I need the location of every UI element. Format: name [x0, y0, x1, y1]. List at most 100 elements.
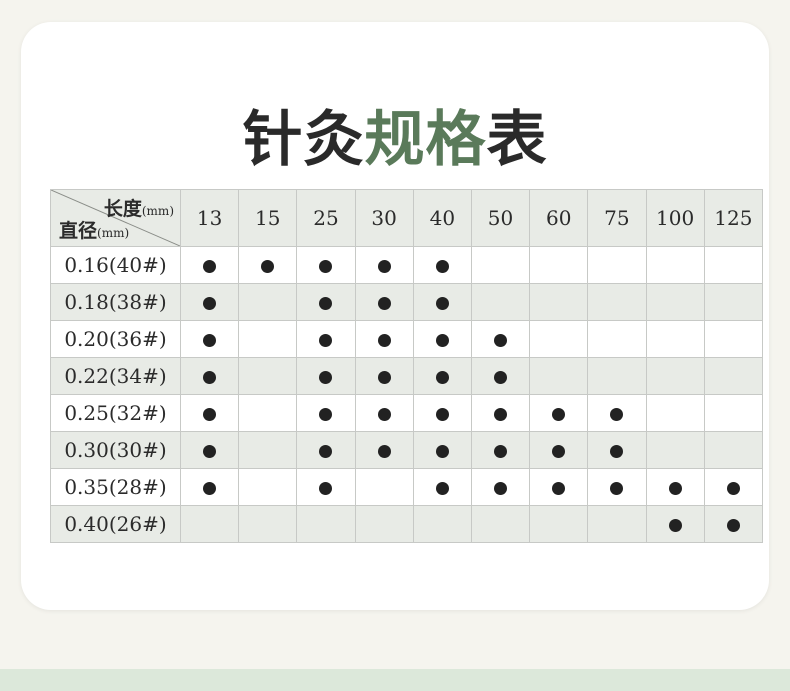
diameter-cell: 0.16(40#)	[50, 246, 181, 284]
title-part-1: 针灸	[242, 105, 365, 175]
availability-cell	[703, 468, 764, 506]
availability-cell	[587, 431, 647, 469]
availability-cell	[296, 468, 356, 506]
availability-cell	[529, 394, 589, 432]
availability-cell	[412, 468, 472, 506]
available-dot-icon	[494, 444, 508, 458]
table-row: 0.35(28#)	[50, 468, 764, 506]
available-dot-icon	[494, 481, 508, 495]
spec-card: 针灸规格表 长度(mm) 直径(mm) 13 15 25 30 40 50 60 75 100 1…	[21, 22, 769, 610]
title-part-3: 表	[486, 105, 548, 175]
available-dot-icon	[377, 370, 391, 384]
availability-cell	[238, 246, 298, 284]
available-dot-icon	[435, 333, 449, 347]
available-dot-icon	[668, 481, 682, 495]
availability-cell	[179, 468, 240, 506]
availability-cell	[645, 505, 705, 543]
availability-cell	[645, 246, 705, 284]
availability-cell	[529, 431, 589, 469]
available-dot-icon	[552, 481, 566, 495]
availability-cell	[470, 394, 531, 432]
availability-cell	[587, 246, 647, 284]
available-dot-icon	[203, 444, 217, 458]
available-dot-icon	[319, 333, 333, 347]
availability-cell	[703, 394, 764, 432]
availability-cell	[179, 246, 240, 284]
diameter-unit: (mm)	[97, 226, 130, 240]
table-row: 0.30(30#)	[50, 431, 764, 469]
length-column-header: 50	[470, 189, 531, 247]
available-dot-icon	[319, 259, 333, 273]
availability-cell	[238, 431, 298, 469]
availability-cell	[238, 320, 298, 358]
available-dot-icon	[435, 259, 449, 273]
diameter-cell: 0.18(38#)	[50, 283, 181, 321]
table-row: 0.40(26#)	[50, 505, 764, 543]
availability-cell	[238, 357, 298, 395]
availability-cell	[354, 320, 414, 358]
availability-cell	[470, 246, 531, 284]
available-dot-icon	[377, 407, 391, 421]
availability-cell	[703, 505, 764, 543]
availability-cell	[587, 505, 647, 543]
length-column-header: 100	[645, 189, 705, 247]
availability-cell	[296, 394, 356, 432]
diameter-cell: 0.40(26#)	[50, 505, 181, 543]
availability-cell	[470, 468, 531, 506]
availability-cell	[296, 431, 356, 469]
available-dot-icon	[261, 259, 275, 273]
length-column-header: 30	[354, 189, 414, 247]
length-column-header: 75	[587, 189, 647, 247]
available-dot-icon	[203, 481, 217, 495]
availability-cell	[529, 320, 589, 358]
availability-cell	[703, 283, 764, 321]
available-dot-icon	[726, 481, 740, 495]
availability-cell	[587, 320, 647, 358]
available-dot-icon	[552, 407, 566, 421]
availability-cell	[354, 431, 414, 469]
header-row: 长度(mm) 直径(mm) 13 15 25 30 40 50 60 75 100 125	[50, 189, 764, 247]
available-dot-icon	[203, 333, 217, 347]
available-dot-icon	[319, 444, 333, 458]
available-dot-icon	[435, 444, 449, 458]
availability-cell	[296, 505, 356, 543]
availability-cell	[529, 283, 589, 321]
availability-cell	[296, 357, 356, 395]
availability-cell	[645, 431, 705, 469]
diameter-cell: 0.35(28#)	[50, 468, 181, 506]
availability-cell	[703, 320, 764, 358]
available-dot-icon	[319, 407, 333, 421]
availability-cell	[179, 431, 240, 469]
available-dot-icon	[610, 407, 624, 421]
length-column-header: 60	[529, 189, 589, 247]
diameter-label: 直径	[59, 220, 98, 242]
availability-cell	[354, 468, 414, 506]
availability-cell	[179, 283, 240, 321]
spec-table-body: 0.16(40#) 0.18(38#) 0.20(36#) 0.22(34#) 0.25…	[50, 246, 764, 543]
length-column-header: 15	[238, 189, 298, 247]
available-dot-icon	[610, 481, 624, 495]
length-unit: (mm)	[141, 204, 174, 218]
availability-cell	[529, 468, 589, 506]
available-dot-icon	[494, 333, 508, 347]
bottom-band	[0, 669, 790, 691]
availability-cell	[587, 357, 647, 395]
availability-cell	[645, 320, 705, 358]
diameter-cell: 0.30(30#)	[50, 431, 181, 469]
availability-cell	[179, 357, 240, 395]
available-dot-icon	[494, 407, 508, 421]
available-dot-icon	[435, 481, 449, 495]
availability-cell	[354, 394, 414, 432]
diameter-header: 直径(mm)	[59, 216, 129, 243]
length-column-header: 40	[412, 189, 472, 247]
available-dot-icon	[435, 407, 449, 421]
availability-cell	[587, 468, 647, 506]
availability-cell	[354, 246, 414, 284]
availability-cell	[645, 468, 705, 506]
length-column-header: 25	[296, 189, 356, 247]
available-dot-icon	[435, 296, 449, 310]
table-row: 0.18(38#)	[50, 283, 764, 321]
availability-cell	[470, 357, 531, 395]
availability-cell	[412, 505, 472, 543]
available-dot-icon	[319, 296, 333, 310]
